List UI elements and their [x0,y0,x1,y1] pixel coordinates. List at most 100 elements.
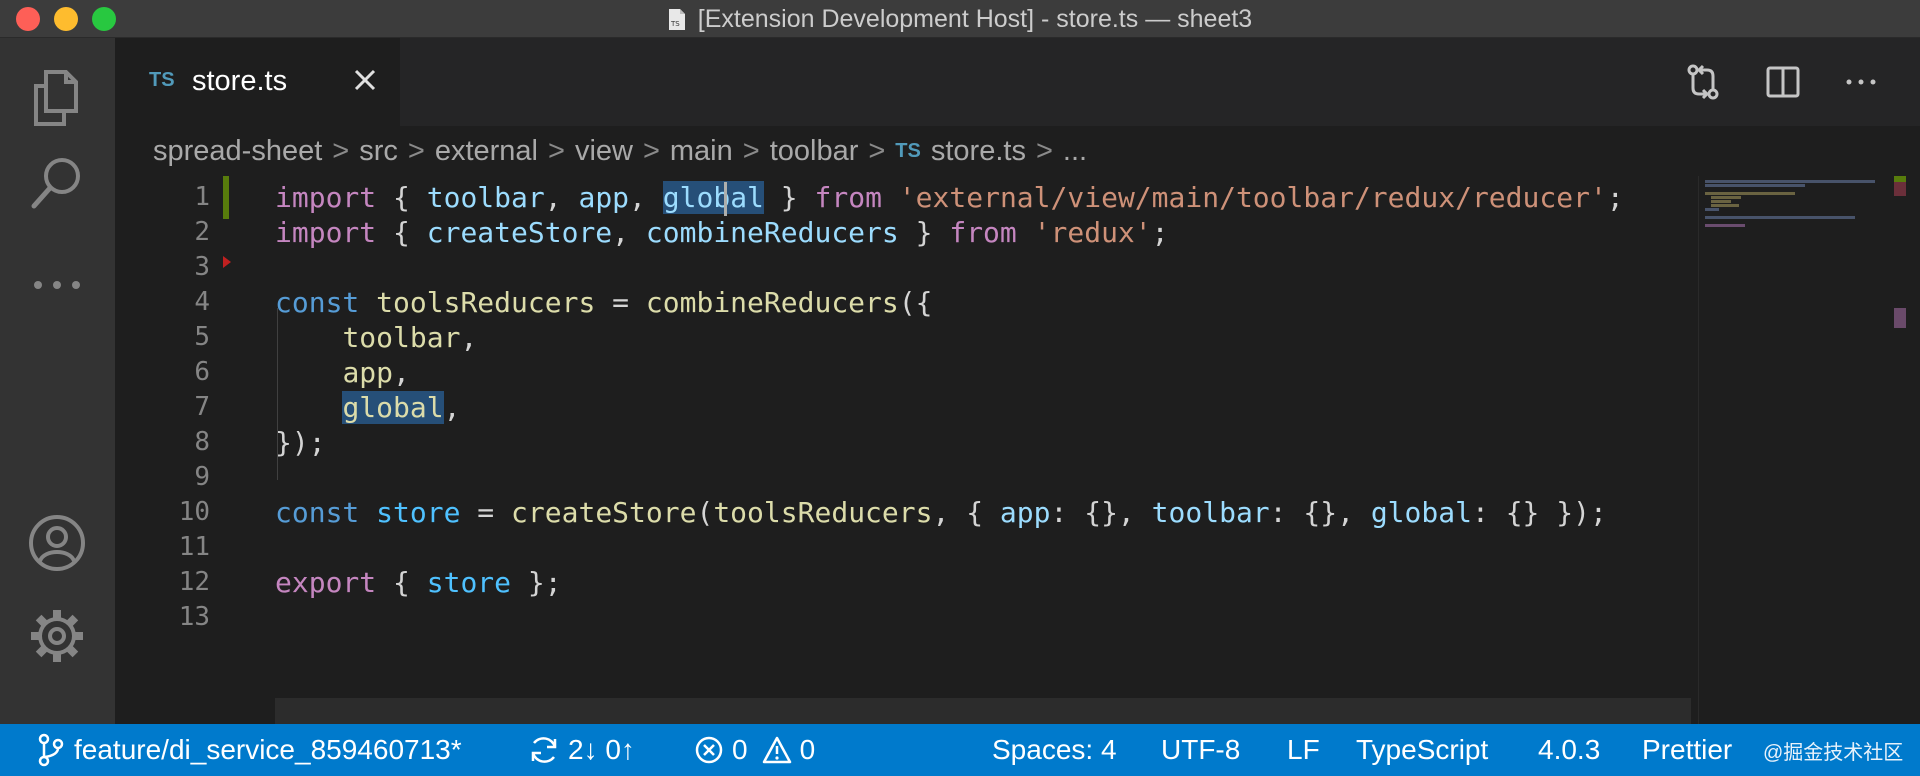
code-token: global [1371,496,1472,529]
code-token: 'external/view/main/toolbar/redux/reduce… [899,181,1607,214]
code-token: , { [932,496,999,529]
breadcrumb-item[interactable]: view [575,135,633,168]
branch-name: feature/di_service_859460713* [74,734,462,766]
typescript-file-icon: TS [895,140,921,163]
minimap[interactable] [1698,176,1889,724]
warning-icon [762,735,792,765]
sync-counts: 2↓ 0↑ [568,734,635,766]
code-token: store [376,496,460,529]
close-icon[interactable] [349,64,381,96]
code-token: const [275,496,359,529]
tab-store-ts[interactable]: TS store.ts [115,38,400,126]
more-icon[interactable] [22,250,92,320]
breadcrumb-item[interactable]: toolbar [770,135,859,168]
vertical-scrollbar[interactable] [1888,176,1920,724]
code-token: }; [511,566,562,599]
typescript-file-icon: TS [149,69,175,92]
search-icon[interactable] [22,148,92,218]
indentation-status[interactable]: Spaces: 4 [992,724,1117,776]
code-token: combineReducers [646,286,899,319]
code-token: : {} }); [1472,496,1607,529]
breadcrumb-item[interactable]: external [435,135,538,168]
code-token: import [275,181,376,214]
code-token: = [460,496,511,529]
chevron-right-icon: > [408,135,425,168]
breadcrumb-more[interactable]: ... [1063,135,1087,168]
code-token: store [427,566,511,599]
code-token: , [612,216,646,249]
settings-gear-icon[interactable] [22,601,92,671]
status-bar: feature/di_service_859460713* 2↓ 0↑ 0 0 … [0,724,1920,776]
minimap-line [1705,192,1795,195]
code-token: , [545,181,579,214]
minimap-line [1705,224,1745,227]
breadcrumb: spread-sheet > src > external > view > main >… [115,126,1920,176]
code-token [275,321,342,354]
code-token: { [376,216,427,249]
code-token [1017,216,1034,249]
code-line: 13 [115,596,1695,639]
minimap-line [1705,216,1855,219]
prettier-status[interactable]: Prettier [1642,724,1732,776]
code-editor[interactable]: 1 import { toolbar, app, global } from '… [115,176,1920,724]
chevron-right-icon: > [332,135,349,168]
activity-bar [0,38,115,724]
tab-bar: TS store.ts [115,38,1920,126]
breadcrumb-file[interactable]: store.ts [931,135,1026,168]
typescript-version-status[interactable]: 4.0.3 [1538,724,1600,776]
eol-status[interactable]: LF [1287,724,1320,776]
svg-text:TS: TS [670,20,680,28]
language-mode-status[interactable]: TypeScript [1356,724,1488,776]
code-token [882,181,899,214]
encoding-status[interactable]: UTF-8 [1161,724,1240,776]
minimap-line [1711,200,1731,203]
problems-status[interactable]: 0 0 [694,724,815,776]
tab-title: store.ts [192,65,287,98]
error-icon [694,735,724,765]
code-token: : {}, [1270,496,1371,529]
code-token: toolsReducers [376,286,595,319]
compare-changes-icon[interactable] [1683,62,1723,102]
code-token: 'redux' [1034,216,1152,249]
minimap-line [1705,184,1805,187]
minimap-line [1711,204,1739,207]
branch-icon [36,733,66,767]
chevron-right-icon: > [643,135,660,168]
minimap-line [1711,196,1741,199]
minimap-line [1705,208,1719,211]
code-token-highlighted: global [342,391,443,424]
code-token: app [1000,496,1051,529]
code-token [275,391,342,424]
code-token: toolsReducers [713,496,932,529]
code-token: } [899,216,950,249]
code-token [359,496,376,529]
scrollbar-marker [1894,176,1906,182]
chevron-right-icon: > [1036,135,1053,168]
more-actions-icon[interactable] [1841,62,1881,102]
code-token: export [275,566,376,599]
code-token: : {}, [1051,496,1152,529]
code-token: { [376,181,427,214]
sync-status[interactable]: 2↓ 0↑ [528,724,635,776]
chevron-right-icon: > [743,135,760,168]
git-branch-status[interactable]: feature/di_service_859460713* [36,724,462,776]
code-token: , [444,391,461,424]
code-token: ({ [899,286,933,319]
scrollbar-marker [1894,308,1906,328]
files-icon[interactable] [22,63,92,133]
code-token: app [342,356,393,389]
line-number: 13 [115,596,210,639]
split-editor-icon[interactable] [1763,62,1803,102]
code-token: ; [1607,181,1624,214]
account-icon[interactable] [22,508,92,578]
code-token: = [595,286,646,319]
code-token: , [629,181,663,214]
breadcrumb-item[interactable]: src [359,135,398,168]
code-token: , [393,356,410,389]
chevron-right-icon: > [548,135,565,168]
breadcrumb-item[interactable]: main [670,135,733,168]
breadcrumb-item[interactable]: spread-sheet [153,135,322,168]
code-token: createStore [427,216,612,249]
code-token: from [949,216,1016,249]
error-count: 0 [732,734,748,766]
